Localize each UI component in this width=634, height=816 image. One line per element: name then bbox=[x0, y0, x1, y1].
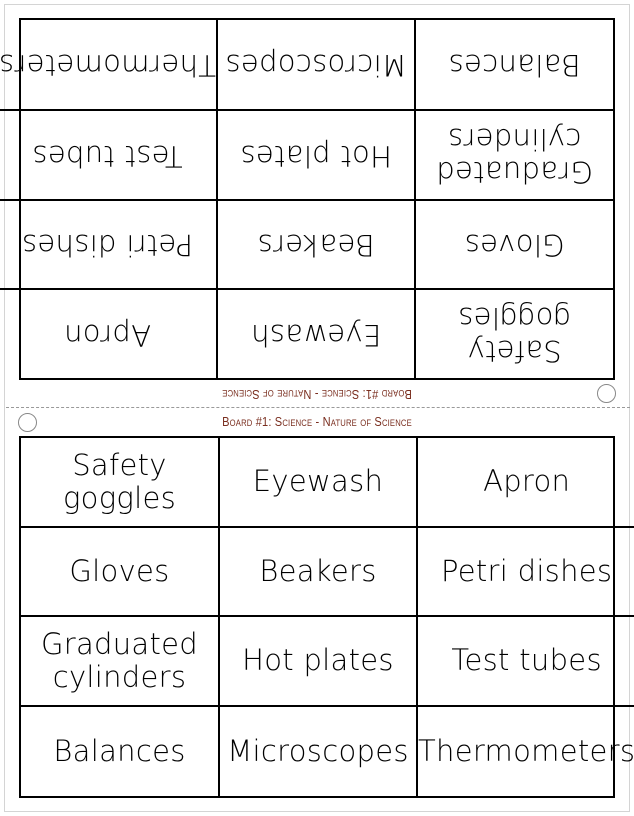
board-cell: Test tubes bbox=[0, 109, 216, 199]
board-cell: Test tubes bbox=[418, 617, 634, 707]
board-cell: Hot plates bbox=[216, 109, 414, 199]
board-cell: Petri dishes bbox=[418, 528, 634, 617]
board-grid-upside-down: Safety goggles Eyewash Apron Gloves Beak… bbox=[0, 18, 615, 380]
board-cell: Balances bbox=[414, 20, 613, 110]
board-cell: Gloves bbox=[414, 199, 613, 289]
board-cell: Beakers bbox=[216, 199, 414, 289]
board-cell: Apron bbox=[0, 288, 216, 378]
board-cell: Safety goggles bbox=[21, 438, 220, 528]
board-title: Board #1: Science - Nature of Science bbox=[222, 414, 412, 429]
board-cell: Graduated cylinders bbox=[21, 617, 220, 707]
board-cell: Eyewash bbox=[216, 288, 414, 378]
board-cell: Petri dishes bbox=[0, 199, 216, 289]
board-cell: Microscopes bbox=[220, 706, 418, 796]
logo bbox=[18, 413, 37, 432]
board-grid: Safety goggles Eyewash Apron Gloves Beak… bbox=[19, 436, 634, 798]
board-cell: Safety goggles bbox=[414, 288, 613, 378]
board-upside-down: Board #1: Science - Nature of Science Sa… bbox=[0, 4, 634, 408]
board-title-upside-down: Board #1: Science - Nature of Science bbox=[222, 387, 412, 402]
board-cell: Graduated cylinders bbox=[414, 109, 613, 199]
logo bbox=[597, 384, 616, 403]
board-cell: Thermometers bbox=[418, 733, 634, 768]
board-cell: Gloves bbox=[21, 527, 220, 617]
board-cell: Hot plates bbox=[220, 617, 418, 707]
board-cell: Microscopes bbox=[216, 20, 414, 110]
board-cell: Apron bbox=[418, 438, 634, 528]
board-cell: Beakers bbox=[220, 527, 418, 617]
board-cell: Eyewash bbox=[220, 438, 418, 528]
board: Board #1: Science - Nature of Science Sa… bbox=[0, 408, 634, 812]
board-cell: Thermometers bbox=[0, 48, 216, 83]
board-cell: Balances bbox=[21, 706, 220, 796]
